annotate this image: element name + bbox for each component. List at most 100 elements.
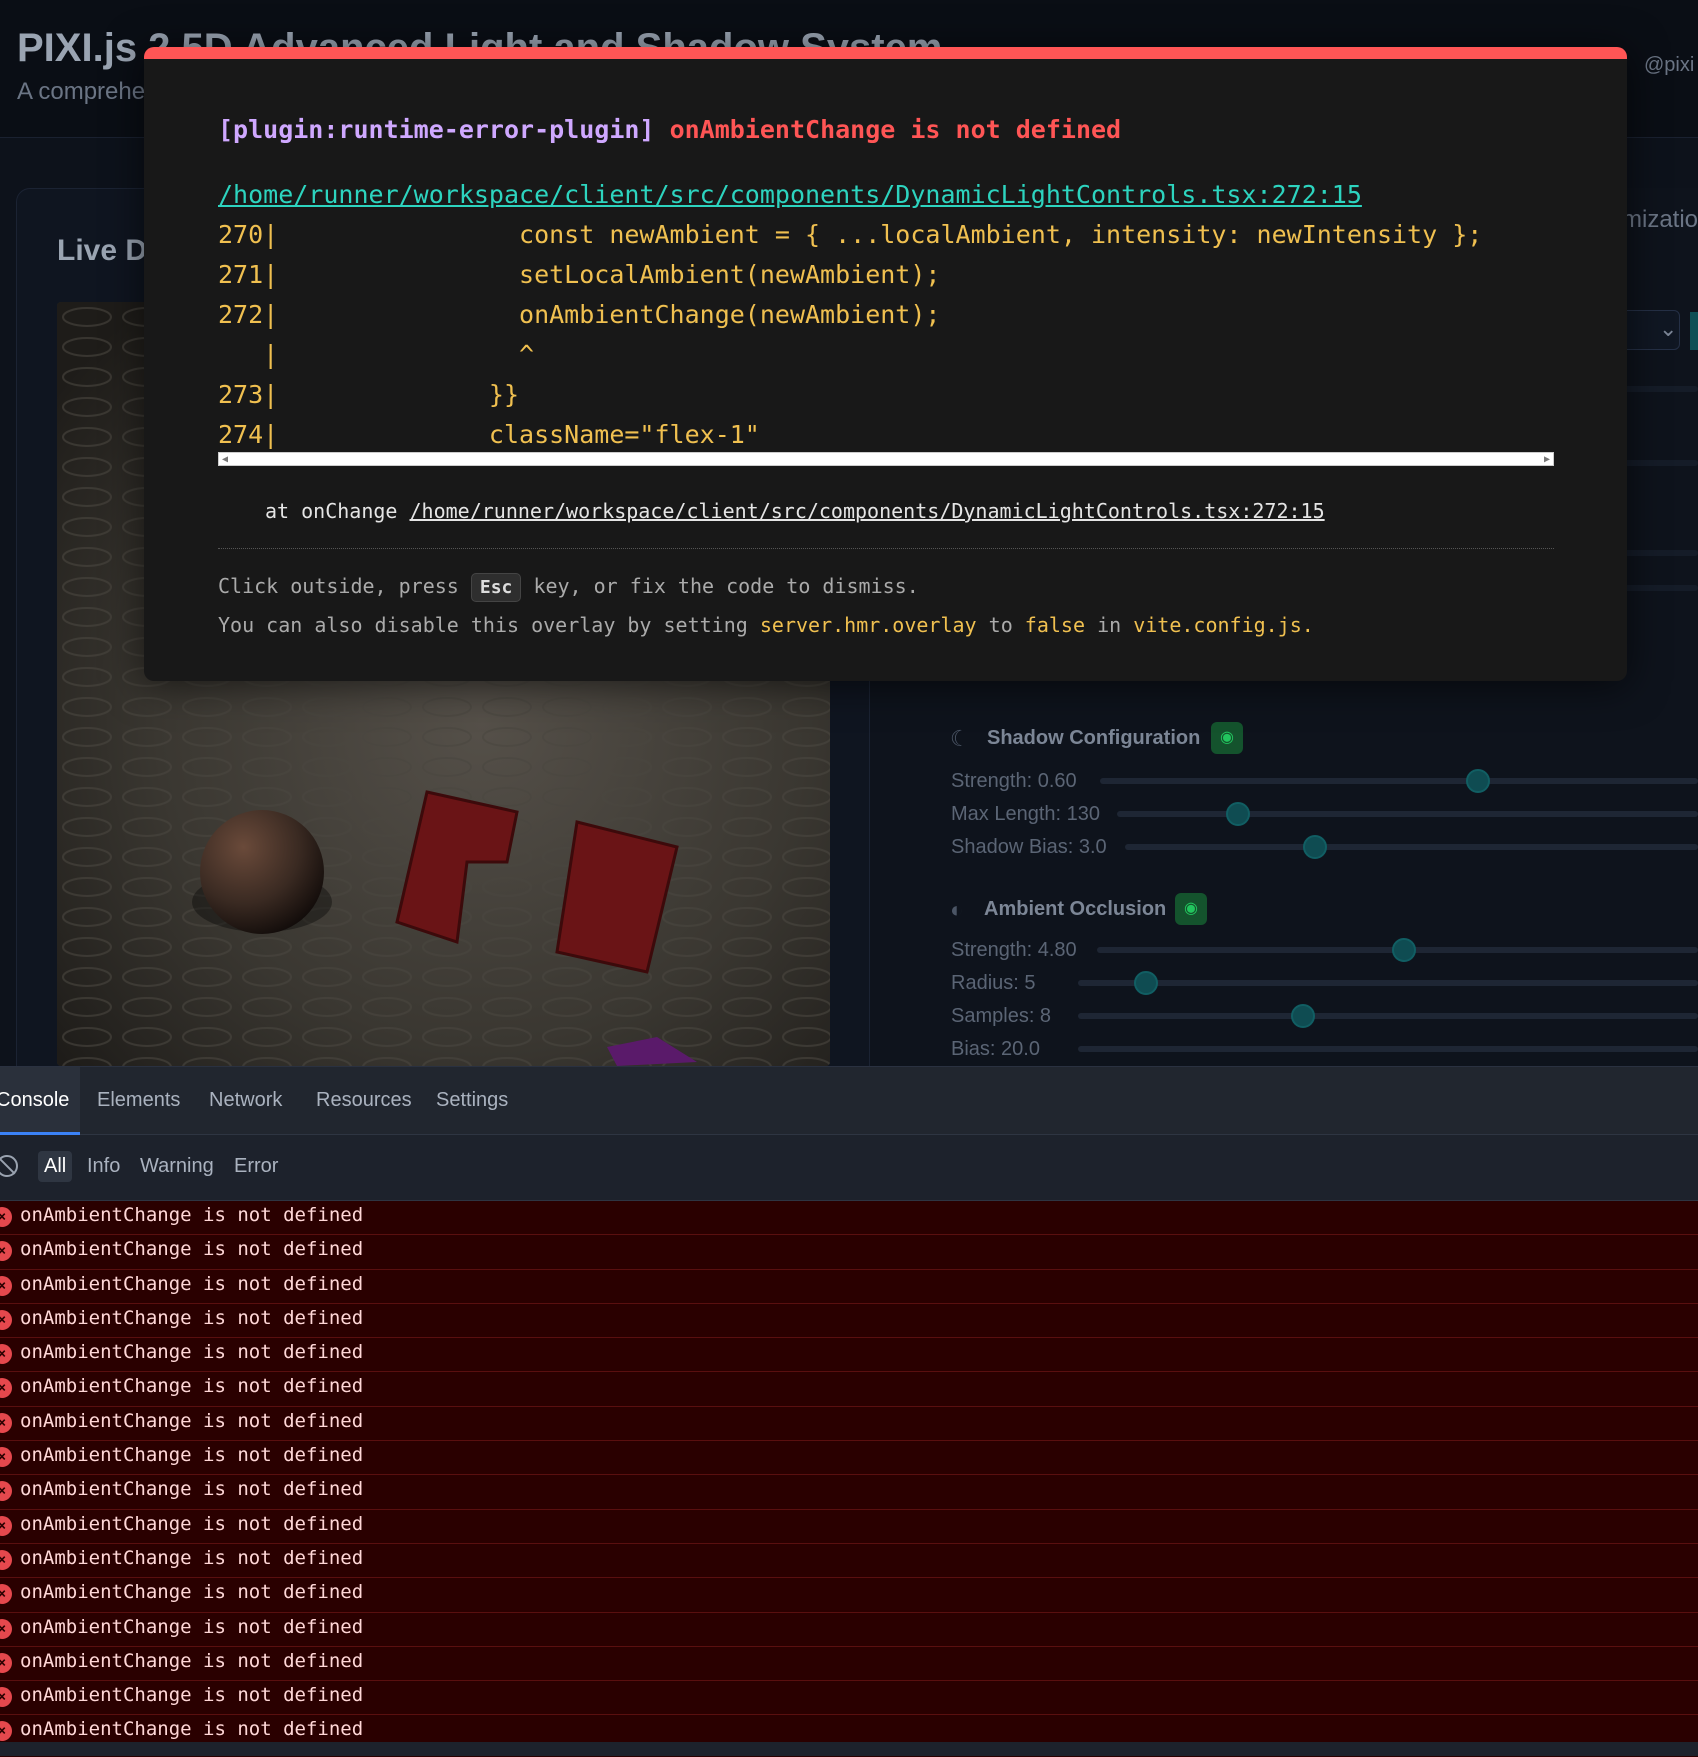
console-log-row[interactable]: × onAmbientChange is not defined bbox=[0, 1578, 1698, 1613]
error-overlay[interactable]: [plugin:runtime-error-plugin] onAmbientC… bbox=[144, 47, 1627, 681]
stack-trace: at onChange /home/runner/workspace/clien… bbox=[265, 499, 1325, 523]
code-line: | ^ bbox=[218, 340, 535, 369]
console-filter-bar: All Info Warning Error bbox=[0, 1135, 1698, 1201]
log-message: onAmbientChange is not defined bbox=[20, 1341, 364, 1364]
error-icon: × bbox=[0, 1652, 12, 1673]
slider-thumb[interactable] bbox=[1392, 938, 1416, 962]
console-log-row[interactable]: × onAmbientChange is not defined bbox=[0, 1647, 1698, 1682]
code-line: 271| setLocalAmbient(newAmbient); bbox=[218, 260, 941, 289]
chevron-down-icon: ⌄ bbox=[1659, 316, 1678, 341]
error-icon: × bbox=[0, 1721, 12, 1742]
log-message: onAmbientChange is not defined bbox=[20, 1546, 364, 1569]
devtools-tabbar: Console Elements Network Resources Setti… bbox=[0, 1067, 1698, 1135]
console-log-row[interactable]: × onAmbientChange is not defined bbox=[0, 1681, 1698, 1716]
error-text: onAmbientChange is not defined bbox=[669, 115, 1122, 144]
console-log-row[interactable]: × onAmbientChange is not defined bbox=[0, 1510, 1698, 1544]
slider-thumb[interactable] bbox=[1303, 835, 1327, 859]
tab-network[interactable]: Network bbox=[209, 1089, 282, 1112]
config-value: false bbox=[1024, 613, 1086, 637]
eye-icon[interactable]: ◉ bbox=[1175, 893, 1207, 925]
console-log-row[interactable]: × onAmbientChange is not defined bbox=[0, 1407, 1698, 1442]
tab-elements[interactable]: Elements bbox=[97, 1089, 180, 1112]
filter-error[interactable]: Error bbox=[228, 1151, 284, 1182]
circle-half-icon: ◐ bbox=[950, 897, 964, 922]
dismiss-tip: Click outside, press Esc key, or fix the… bbox=[218, 573, 919, 602]
eye-icon[interactable]: ◉ bbox=[1211, 722, 1243, 754]
slider-label: Max Length: 130 bbox=[951, 803, 1100, 825]
tab-optimization[interactable]: mizatio bbox=[1622, 206, 1698, 234]
tab-resources[interactable]: Resources bbox=[316, 1089, 412, 1112]
error-icon: × bbox=[0, 1618, 12, 1639]
console-log-row[interactable]: × onAmbientChange is not defined bbox=[0, 1304, 1698, 1339]
tip-text: Click outside, press bbox=[218, 574, 459, 598]
user-handle[interactable]: @pixi bbox=[1644, 54, 1694, 77]
log-message: onAmbientChange is not defined bbox=[20, 1444, 364, 1467]
error-icon: × bbox=[0, 1481, 12, 1502]
devtools-footer bbox=[0, 1742, 1698, 1756]
error-icon: × bbox=[0, 1412, 12, 1433]
code-line: 272| onAmbientChange(newAmbient); bbox=[218, 300, 941, 329]
filter-warning[interactable]: Warning bbox=[134, 1151, 220, 1182]
log-message: onAmbientChange is not defined bbox=[20, 1478, 364, 1501]
slider-label: Shadow Bias: 3.0 bbox=[951, 836, 1107, 858]
console-log-row[interactable]: × onAmbientChange is not defined bbox=[0, 1441, 1698, 1476]
console-log-row[interactable]: × onAmbientChange is not defined bbox=[0, 1235, 1698, 1270]
ao-bias-slider[interactable] bbox=[1078, 1046, 1698, 1052]
console-log-row[interactable]: × onAmbientChange is not defined bbox=[0, 1372, 1698, 1407]
filter-all[interactable]: All bbox=[38, 1151, 73, 1182]
slider-label: Strength: 0.60 bbox=[951, 770, 1077, 792]
slider-label: Samples: 8 bbox=[951, 1005, 1052, 1027]
console-log-row[interactable]: × onAmbientChange is not defined bbox=[0, 1544, 1698, 1579]
scroll-right-icon[interactable]: ▶ bbox=[1544, 453, 1550, 466]
scroll-left-icon[interactable]: ◀ bbox=[222, 453, 228, 466]
tab-console[interactable]: Console bbox=[0, 1089, 69, 1112]
console-log-row[interactable]: × onAmbientChange is not defined bbox=[0, 1613, 1698, 1647]
clear-console-icon[interactable] bbox=[0, 1155, 18, 1177]
log-message: onAmbientChange is not defined bbox=[20, 1615, 364, 1638]
plugin-name: [plugin:runtime-error-plugin] bbox=[218, 115, 655, 144]
code-frame: 270| const newAmbient = { ...localAmbien… bbox=[218, 215, 1554, 455]
console-log-row[interactable]: × onAmbientChange is not defined bbox=[0, 1201, 1698, 1236]
error-icon: × bbox=[0, 1447, 12, 1468]
error-icon: × bbox=[0, 1275, 12, 1296]
divider bbox=[1620, 585, 1698, 591]
moon-icon: ☾ bbox=[950, 726, 970, 751]
shadow-strength-slider[interactable] bbox=[1100, 778, 1698, 784]
slider-thumb[interactable] bbox=[1226, 802, 1250, 826]
tip-text: to bbox=[988, 613, 1013, 637]
devtools-panel: Console Elements Network Resources Setti… bbox=[0, 1066, 1698, 1757]
config-file: vite.config.js bbox=[1133, 613, 1302, 637]
divider bbox=[1620, 460, 1698, 466]
shadow-bias-slider[interactable] bbox=[1125, 844, 1698, 850]
slider-label: Bias: 20.0 bbox=[951, 1038, 1040, 1060]
filter-info[interactable]: Info bbox=[81, 1151, 126, 1182]
code-scrollbar[interactable]: ◀ ▶ bbox=[218, 452, 1554, 466]
tab-settings[interactable]: Settings bbox=[436, 1089, 508, 1112]
tip-text: You can also disable this overlay by set… bbox=[218, 613, 748, 637]
log-message: onAmbientChange is not defined bbox=[20, 1581, 364, 1604]
ao-samples-slider[interactable] bbox=[1078, 1013, 1698, 1019]
max-length-slider[interactable] bbox=[1117, 811, 1698, 817]
log-message: onAmbientChange is not defined bbox=[20, 1204, 364, 1226]
log-message: onAmbientChange is not defined bbox=[20, 1684, 364, 1707]
divider bbox=[1620, 550, 1698, 556]
console-log-row[interactable]: × onAmbientChange is not defined bbox=[0, 1475, 1698, 1510]
error-icon: × bbox=[0, 1515, 12, 1536]
error-icon: × bbox=[0, 1584, 12, 1605]
console-log-row[interactable]: × onAmbientChange is not defined bbox=[0, 1338, 1698, 1373]
ao-radius-slider[interactable] bbox=[1078, 980, 1698, 986]
error-icon: × bbox=[0, 1687, 12, 1708]
code-line: 273| }} bbox=[218, 380, 520, 409]
slider-thumb[interactable] bbox=[1466, 769, 1490, 793]
error-message: [plugin:runtime-error-plugin] onAmbientC… bbox=[218, 115, 1121, 144]
slider-thumb[interactable] bbox=[1291, 1004, 1315, 1028]
esc-key: Esc bbox=[470, 573, 522, 602]
code-line: 270| const newAmbient = { ...localAmbien… bbox=[218, 220, 1483, 249]
stack-file-link[interactable]: /home/runner/workspace/client/src/compon… bbox=[410, 499, 1325, 523]
action-button[interactable] bbox=[1690, 312, 1698, 350]
error-icon: × bbox=[0, 1241, 12, 1262]
divider bbox=[218, 548, 1554, 549]
slider-thumb[interactable] bbox=[1134, 971, 1158, 995]
error-file-link[interactable]: /home/runner/workspace/client/src/compon… bbox=[218, 180, 1362, 209]
console-log-row[interactable]: × onAmbientChange is not defined bbox=[0, 1270, 1698, 1304]
